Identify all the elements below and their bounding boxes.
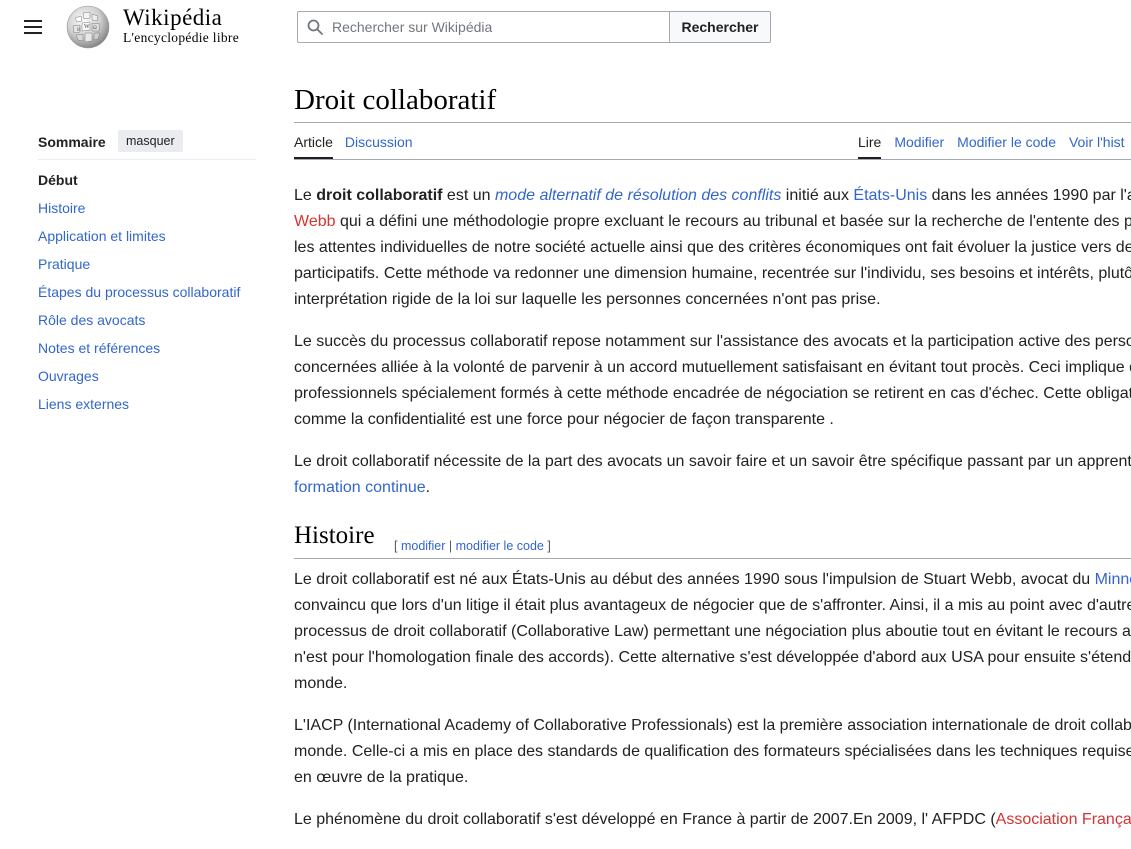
section-edit-links: [ modifier | modifier le code ] — [394, 533, 551, 559]
text: Le phénomène du droit collaboratif s'est… — [294, 811, 996, 828]
text: est un — [442, 187, 495, 204]
svg-text:И: И — [77, 28, 81, 33]
search-box[interactable] — [297, 11, 670, 43]
tabs-divider — [294, 159, 1131, 160]
toc-item-role-des-avocats[interactable]: Rôle des avocats — [38, 308, 240, 336]
text-line: monde. — [294, 675, 348, 692]
text-line: convaincu que lors d'un litige il était … — [294, 597, 1131, 614]
text-line: L'IACP (International Academy of Collabo… — [294, 717, 1131, 734]
text: qui a défini une méthodologie propre exc… — [335, 213, 1131, 230]
intro-paragraph-2: Le succès du processus collaboratif repo… — [294, 329, 1131, 433]
page-title: Droit collaboratif — [294, 84, 497, 116]
histoire-paragraph-1: Le droit collaboratif est né aux États-U… — [294, 567, 1131, 697]
toc-item-liens-externes[interactable]: Liens externes — [38, 392, 240, 420]
link-mode-alternatif[interactable]: mode alternatif de résolution des confli… — [495, 187, 781, 204]
tab-modifier[interactable]: Modifier — [894, 134, 944, 158]
text-line: professionnels spécialement formés à cet… — [294, 385, 1131, 402]
bracket: ] — [543, 539, 551, 553]
toc-item-histoire[interactable]: Histoire — [38, 196, 240, 224]
text-line: comme la confidentialité est une force p… — [294, 411, 834, 428]
intro-paragraph-3: Le droit collaboratif nécessite de la pa… — [294, 449, 1131, 501]
heading-histoire: Histoire — [294, 522, 375, 549]
toc-item-ouvrages[interactable]: Ouvrages — [38, 364, 240, 392]
heading-divider — [294, 558, 1131, 559]
table-of-contents: Sommaire masquer Début Histoire Applicat… — [38, 128, 256, 412]
link-etats-unis[interactable]: États-Unis — [853, 187, 927, 204]
search-icon — [307, 19, 323, 35]
svg-text:Ω: Ω — [93, 26, 97, 31]
text-line: concernées alliée à la volonté de parven… — [294, 359, 1131, 376]
view-tabs: Lire Modifier Modifier le code Voir l'hist — [858, 134, 1131, 159]
link-webb[interactable]: Webb — [294, 213, 336, 230]
tab-modifier-le-code[interactable]: Modifier le code — [957, 134, 1056, 158]
wordmark-title: Wikipédia — [123, 5, 223, 30]
link-association-francaise[interactable]: Association França — [996, 811, 1131, 828]
toc-divider — [38, 159, 256, 160]
menu-icon[interactable] — [24, 19, 42, 35]
text-line: n'est pour l'homologation finale des acc… — [294, 649, 1131, 666]
title-divider — [294, 122, 1131, 123]
link-formation-continue[interactable]: formation continue — [294, 479, 426, 496]
text-line: processus de droit collaboratif (Collabo… — [294, 623, 1131, 640]
text: Le — [294, 187, 317, 204]
toc-item-pratique[interactable]: Pratique — [38, 252, 240, 280]
bold-term: droit collaboratif — [316, 187, 443, 204]
bracket: [ — [394, 539, 401, 553]
toc-list: Début Histoire Application et limites Pr… — [38, 168, 240, 420]
intro-paragraph-1: Le droit collaboratif est un mode altern… — [294, 183, 1131, 313]
histoire-paragraph-2: L'IACP (International Academy of Collabo… — [294, 713, 1131, 791]
wikipedia-wordmark[interactable]: Wikipédia L'encyclopédie libre — [123, 6, 239, 46]
wikipedia-globe-logo[interactable]: W Ω И — [63, 4, 113, 50]
text-line: monde. Celle-ci a mis en place des stand… — [294, 743, 1131, 760]
link-minnesota[interactable]: Minne — [1095, 571, 1131, 588]
text-line: Le droit collaboratif nécessite de la pa… — [294, 453, 1131, 470]
edit-section-link[interactable]: modifier — [401, 539, 445, 553]
text-line: participatifs. Cette méthode va redonner… — [294, 265, 1131, 282]
text: . — [425, 479, 431, 496]
toc-item-debut[interactable]: Début — [38, 168, 240, 196]
tab-lire[interactable]: Lire — [858, 134, 882, 159]
text-line: interprétation rigide de la loi sur laqu… — [294, 291, 881, 308]
text: initié aux — [781, 187, 854, 204]
namespace-tabs: Article Discussion — [294, 134, 425, 159]
histoire-paragraph-3: Le phénomène du droit collaboratif s'est… — [294, 807, 1131, 833]
text: Le droit collaboratif est né aux États-U… — [294, 571, 1095, 588]
toc-hide-button[interactable]: masquer — [118, 130, 183, 152]
tab-article[interactable]: Article — [294, 134, 333, 159]
tab-voir-historique[interactable]: Voir l'hist — [1069, 134, 1125, 158]
toc-item-notes-et-references[interactable]: Notes et références — [38, 336, 240, 364]
section-heading-histoire: Histoire [ modifier | modifier le code ] — [294, 523, 1131, 559]
tab-discussion[interactable]: Discussion — [345, 134, 413, 158]
toc-header: Sommaire masquer — [38, 128, 256, 156]
toc-item-application-et-limites[interactable]: Application et limites — [38, 224, 240, 252]
toc-title: Sommaire — [38, 134, 106, 150]
article-body: Le droit collaboratif est un mode altern… — [294, 183, 1131, 849]
text-line: Le succès du processus collaboratif repo… — [294, 333, 1131, 350]
search-input[interactable] — [332, 12, 662, 42]
svg-text:W: W — [84, 24, 90, 30]
text-line: en œuvre de la pratique. — [294, 769, 469, 786]
toc-item-etapes-du-processus[interactable]: Étapes du processus collaboratif — [38, 280, 240, 308]
text: dans les années 1990 par l'a — [927, 187, 1131, 204]
separator: | — [445, 539, 456, 553]
wordmark-tagline: L'encyclopédie libre — [123, 30, 240, 45]
text-line: les attentes individuelles de notre soci… — [294, 239, 1131, 256]
search-button[interactable]: Rechercher — [669, 11, 771, 43]
edit-source-section-link[interactable]: modifier le code — [456, 539, 544, 553]
